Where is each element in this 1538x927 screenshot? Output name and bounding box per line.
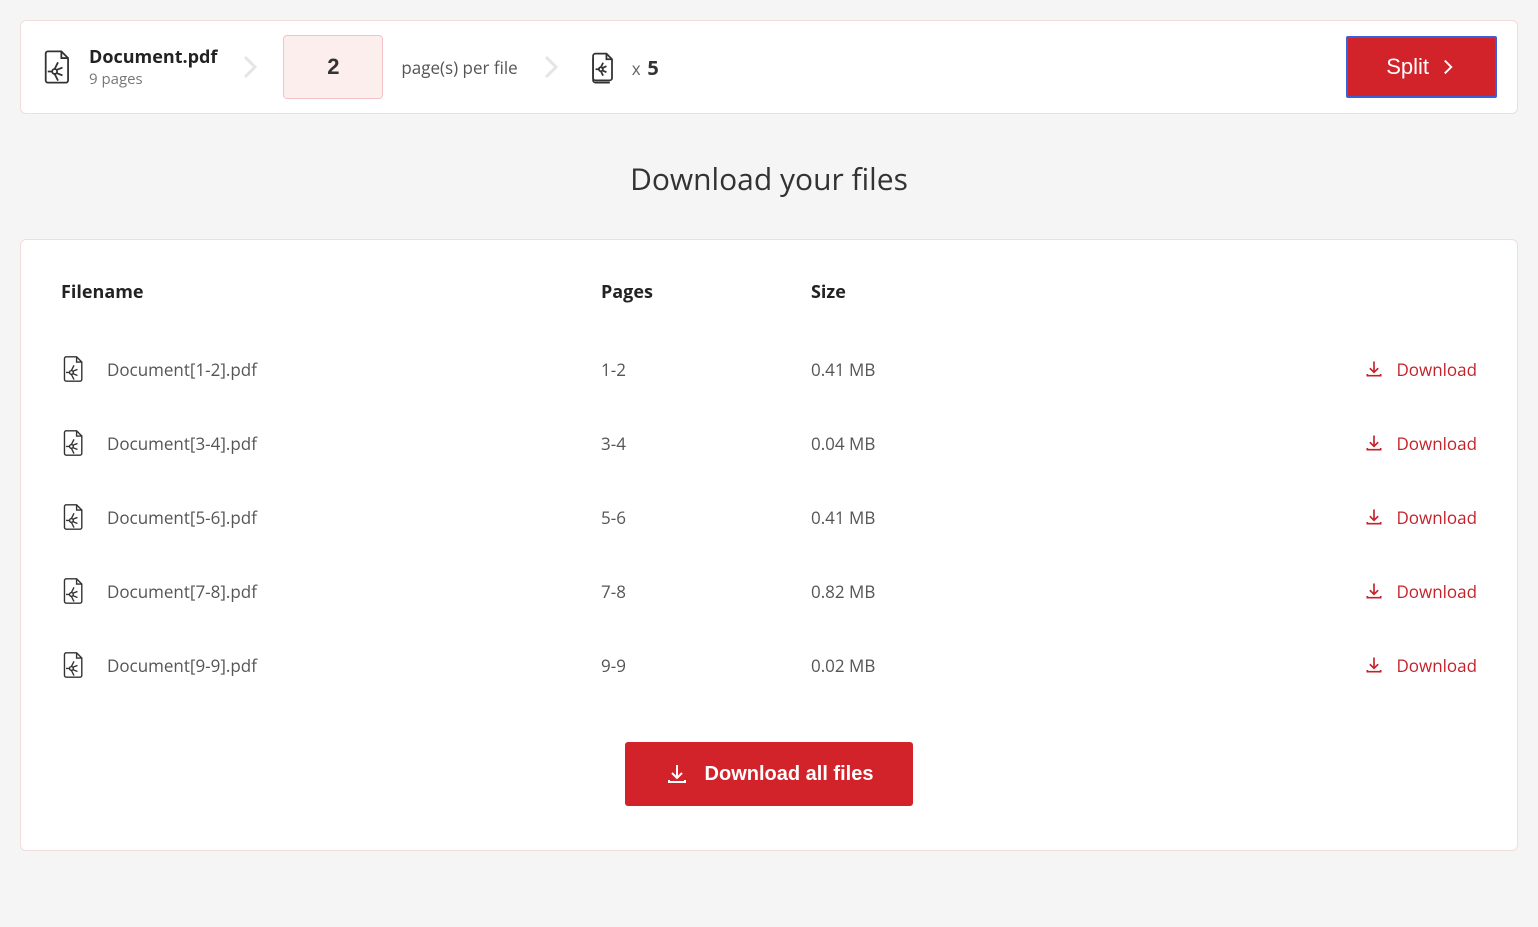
download-label: Download	[1396, 432, 1477, 455]
download-icon	[1364, 433, 1384, 453]
file-name: Document[7-8].pdf	[107, 580, 257, 603]
pdf-icon	[61, 576, 87, 606]
output-file-count: 5	[647, 54, 658, 81]
table-row: Document[9-9].pdf 9-9 0.02 MB Download	[61, 628, 1477, 702]
pages-per-file-input[interactable]	[283, 35, 383, 99]
download-link[interactable]: Download	[1364, 358, 1477, 381]
file-size: 0.41 MB	[811, 506, 1111, 529]
split-config-bar: Document.pdf 9 pages page(s) per file x …	[20, 20, 1518, 114]
pdf-icon	[61, 354, 87, 384]
file-pages: 3-4	[601, 432, 811, 455]
file-name: Document[1-2].pdf	[107, 358, 257, 381]
download-all-label: Download all files	[705, 763, 874, 786]
download-label: Download	[1396, 358, 1477, 381]
document-name: Document.pdf	[89, 45, 217, 69]
chevron-right-icon	[1439, 56, 1457, 78]
chevron-right-icon	[536, 52, 566, 82]
table-row: Document[3-4].pdf 3-4 0.04 MB Download	[61, 406, 1477, 480]
file-pages: 1-2	[601, 358, 811, 381]
download-icon	[1364, 581, 1384, 601]
download-label: Download	[1396, 506, 1477, 529]
pdf-stack-icon	[584, 47, 620, 87]
pdf-icon	[41, 48, 75, 86]
file-name: Document[9-9].pdf	[107, 654, 257, 677]
split-button-label: Split	[1386, 54, 1429, 80]
download-icon	[1364, 507, 1384, 527]
download-all-button[interactable]: Download all files	[625, 742, 914, 806]
output-count: x 5	[584, 47, 659, 87]
download-link[interactable]: Download	[1364, 654, 1477, 677]
file-size: 0.02 MB	[811, 654, 1111, 677]
col-header-filename: Filename	[61, 280, 601, 304]
split-button[interactable]: Split	[1346, 36, 1497, 98]
table-row: Document[1-2].pdf 1-2 0.41 MB Download	[61, 332, 1477, 406]
download-files-card: Filename Pages Size Document[1-2].pdf 1-…	[20, 239, 1518, 851]
chevron-right-icon	[235, 52, 265, 82]
file-size: 0.41 MB	[811, 358, 1111, 381]
source-document: Document.pdf 9 pages	[41, 45, 217, 89]
file-pages: 9-9	[601, 654, 811, 677]
pages-per-file-label: page(s) per file	[401, 56, 517, 79]
download-link[interactable]: Download	[1364, 432, 1477, 455]
file-pages: 5-6	[601, 506, 811, 529]
download-icon	[665, 762, 689, 786]
pdf-icon	[61, 650, 87, 680]
file-name: Document[3-4].pdf	[107, 432, 257, 455]
pdf-icon	[61, 428, 87, 458]
col-header-size: Size	[811, 280, 1111, 304]
download-link[interactable]: Download	[1364, 580, 1477, 603]
download-icon	[1364, 655, 1384, 675]
multiply-label: x	[632, 57, 643, 80]
document-page-count: 9 pages	[89, 69, 217, 89]
download-label: Download	[1396, 654, 1477, 677]
pdf-icon	[61, 502, 87, 532]
file-size: 0.82 MB	[811, 580, 1111, 603]
table-row: Document[5-6].pdf 5-6 0.41 MB Download	[61, 480, 1477, 554]
col-header-pages: Pages	[601, 280, 811, 304]
download-icon	[1364, 359, 1384, 379]
download-link[interactable]: Download	[1364, 506, 1477, 529]
table-row: Document[7-8].pdf 7-8 0.82 MB Download	[61, 554, 1477, 628]
file-name: Document[5-6].pdf	[107, 506, 257, 529]
section-title: Download your files	[20, 158, 1518, 199]
file-pages: 7-8	[601, 580, 811, 603]
file-size: 0.04 MB	[811, 432, 1111, 455]
table-header-row: Filename Pages Size	[61, 280, 1477, 332]
download-label: Download	[1396, 580, 1477, 603]
